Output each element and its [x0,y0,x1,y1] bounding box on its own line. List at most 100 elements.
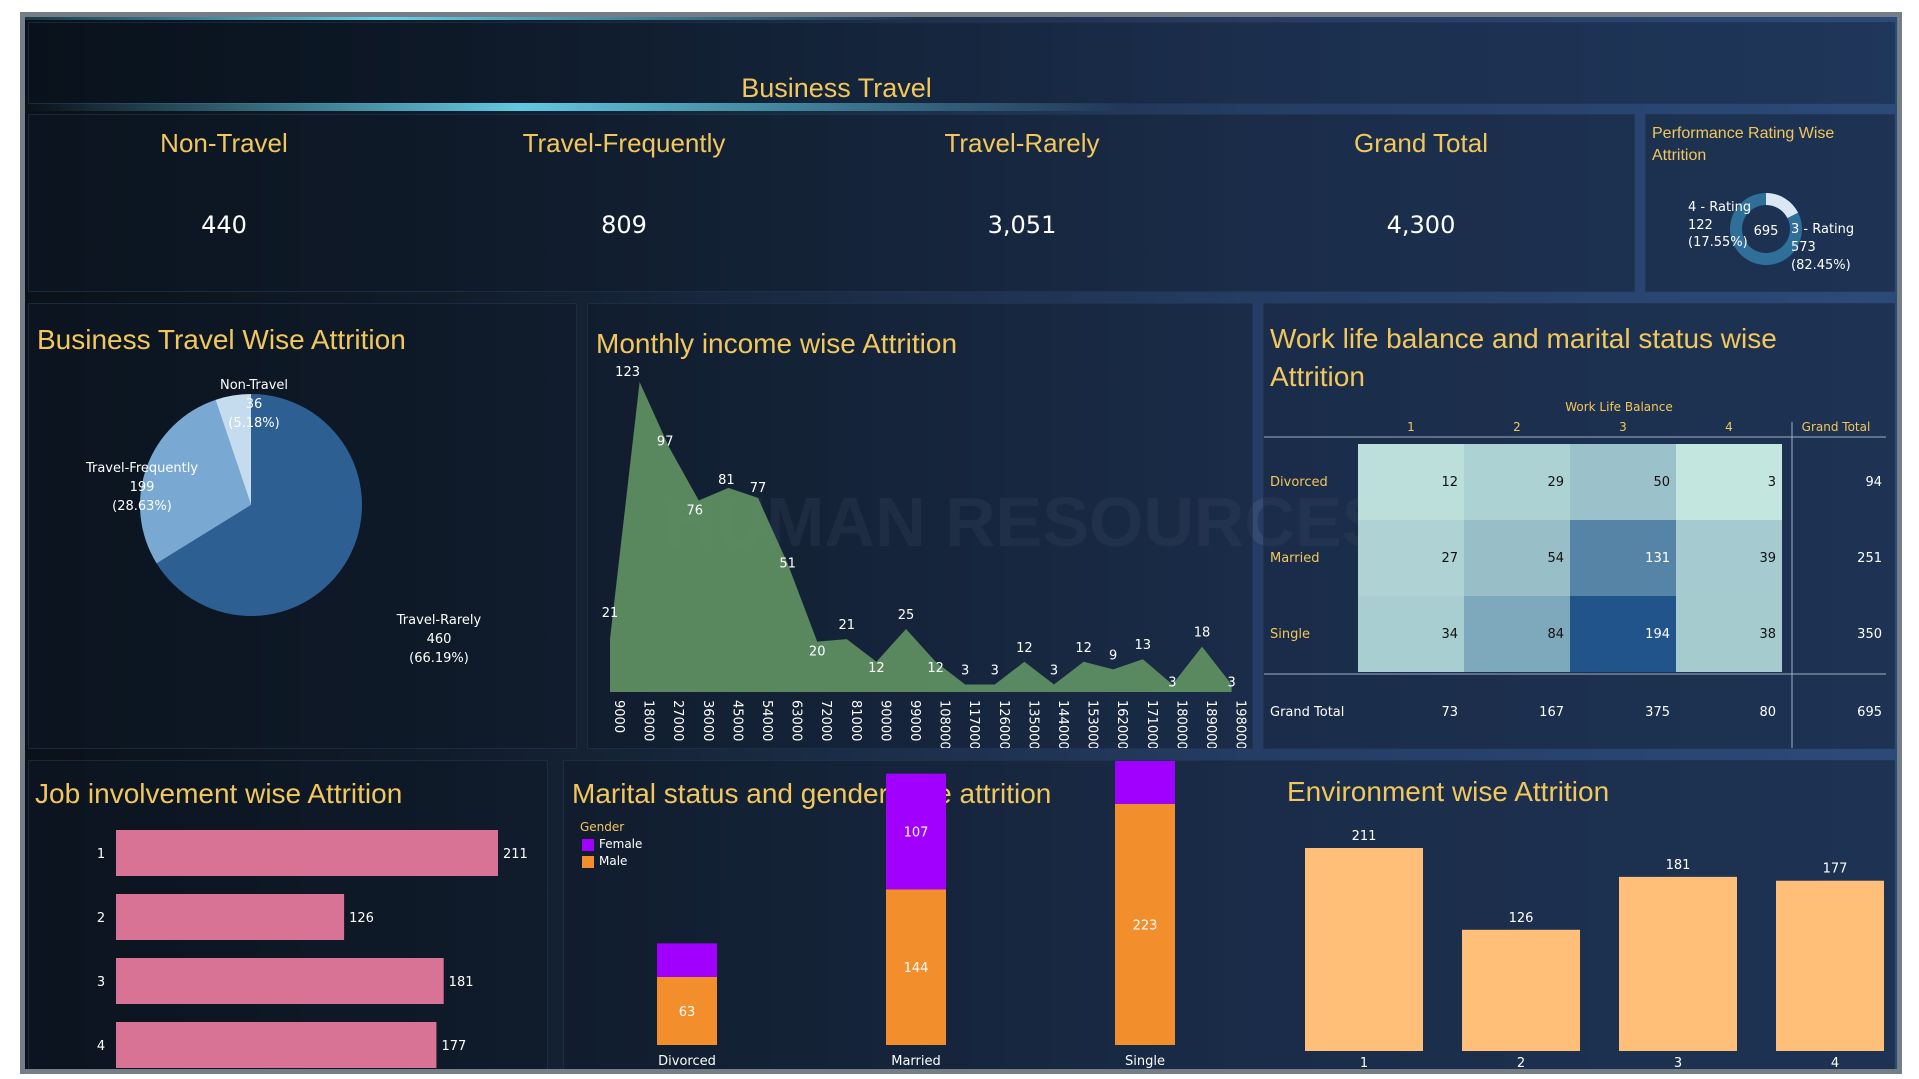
pie-label-value: 199 [130,480,155,495]
performance-total: 695 [1754,224,1779,239]
income-data-label: 97 [657,435,674,450]
job-bar-value: 177 [441,1039,466,1054]
income-tick-label: 99000 [907,700,922,741]
income-tick-label: 153000 [1085,700,1100,748]
income-tick-label: 81000 [848,700,863,741]
job-category-label: 3 [97,975,105,990]
kpi-value-non-travel: 440 [201,211,247,239]
bar-segment-female [657,943,717,977]
header-bar: Business Travel [28,22,1895,104]
monthly-income-area-chart: 2112397768177512021122512 3 31231291331839… [602,365,1248,748]
wlb-cell-value: 39 [1759,551,1776,566]
job-bar [116,958,444,1004]
income-data-label: 25 [898,608,915,623]
performance-donut-chart: 6954 - Rating 122 (17.55%) 3 - Rating 573 (82… [1688,193,1854,273]
business-travel-panel: Business Travel Wise Attrition Travel-Ra… [28,303,577,749]
kpi-value-travel-rarely: 3,051 [987,211,1057,239]
glow-line [25,103,1125,111]
income-data-label: 3 [961,663,969,678]
environment-bar [1462,929,1580,1051]
environment-bar-value: 126 [1509,911,1534,926]
job-category-label: 1 [97,847,105,862]
income-data-label: 76 [687,503,704,518]
wlb-highlight-table: Work Life Balance1 2 3 4 Grand TotalDivorced… [1264,400,1886,748]
bar-segment-female [1115,761,1175,804]
job-bar-value: 211 [503,847,528,862]
job-bar [116,894,345,940]
business-travel-pie-chart: Travel-Rarely 460 (66.19%) Travel-Frequentl… [85,378,482,666]
wlb-row-label: Divorced [1270,475,1328,490]
wlb-grand-total-header: Grand Total [1802,420,1871,434]
environment-bar [1619,876,1737,1051]
income-tick-label: 162000 [1114,700,1129,748]
performance-slice [1766,193,1799,219]
income-data-label: 51 [779,556,796,571]
wlb-row-total: 350 [1857,627,1882,642]
income-tick-label: 108000 [937,700,952,748]
wlb-row-total: 94 [1865,475,1882,490]
kpi-label-travel-frequently: Travel-Frequently [522,128,726,158]
bar-value-male: 144 [904,961,929,976]
environment-bar-chart: 211 1 126 2 181 3 177 4 [1305,829,1884,1069]
wlb-cell-value: 38 [1759,627,1776,642]
income-data-label: 20 [809,645,826,660]
wlb-row-label: Single [1270,627,1310,642]
glow-line-top [25,17,925,20]
kpi-panel: Non-Travel 440 Travel-Frequently 809 Tra… [28,114,1635,292]
performance-panel: Performance Rating Wise Attrition 695 4 -… [1645,114,1895,292]
wlb-cell [1676,444,1782,520]
income-data-label: 3 [1168,675,1176,690]
income-tick-label: 180000 [1173,700,1188,748]
kpi-label-grand-total: Grand Total [1354,128,1488,158]
pie-label-value: 460 [427,632,452,647]
marital-gender-panel: Marital status and gender wise attrition… [563,760,1895,1069]
kpi-label-travel-rarely: Travel-Rarely [944,128,1100,158]
income-tick-label: 189000 [1203,700,1218,748]
income-data-label: 3 [1227,675,1235,690]
wlb-column-total: 73 [1441,705,1458,720]
wlb-column-label: 3 [1619,420,1627,434]
wlb-column-label: 4 [1725,420,1733,434]
performance-label-pct: (82.45%) [1791,258,1851,273]
environment-bar [1305,848,1423,1051]
job-bar [116,830,498,876]
monthly-income-panel: Monthly income wise Attrition 21 123 97 76 8… [587,303,1253,749]
income-tick-label: 198000 [1233,700,1248,748]
income-tick-label: 45000 [729,700,744,741]
income-data-label: 77 [750,481,767,496]
wlb-cell-value: 27 [1441,551,1458,566]
performance-label-pct: (17.55%) [1688,235,1748,250]
performance-label-name: 3 - Rating [1791,222,1854,237]
income-data-label: 3 [1050,663,1058,678]
wlb-column-header: Work Life Balance [1565,400,1673,414]
job-involvement-panel: Job involvement wise Attrition 211 1 126 2 1… [28,760,548,1069]
wlb-panel: Work life balance and marital status wis… [1263,303,1895,749]
pie-label-name: Travel-Rarely [396,613,482,628]
job-bar-value: 126 [349,911,374,926]
income-data-label: 13 [1135,638,1152,653]
income-tick-label: 117000 [966,700,981,748]
income-data-label: 123 [615,365,640,380]
performance-label-value: 573 [1791,240,1816,255]
kpi-value-travel-frequently: 809 [601,211,647,239]
bar-value-male: 223 [1133,918,1158,933]
income-tick-label: 9000 [611,700,626,733]
pie-label-name: Travel-Frequently [85,461,198,476]
income-data-label: 9 [1109,648,1117,663]
wlb-row-total: 251 [1857,551,1882,566]
environment-category-label: 4 [1831,1056,1839,1069]
wlb-column-total: 167 [1539,705,1564,720]
wlb-cell-value: 54 [1547,551,1564,566]
wlb-column-total: 375 [1645,705,1670,720]
job-bar-value: 181 [449,975,474,990]
wlb-cell-value: 12 [1441,475,1458,490]
environment-bar-value: 177 [1823,862,1848,877]
wlb-cell-value: 34 [1441,627,1458,642]
pie-label-pct: (66.19%) [409,651,469,666]
environment-bar-value: 211 [1352,829,1377,844]
marital-category-label: Married [891,1054,941,1069]
income-data-label: 12 [868,661,885,676]
wlb-cell-value: 194 [1645,627,1670,642]
job-category-label: 4 [97,1039,105,1054]
income-data-label: 3 [991,663,999,678]
